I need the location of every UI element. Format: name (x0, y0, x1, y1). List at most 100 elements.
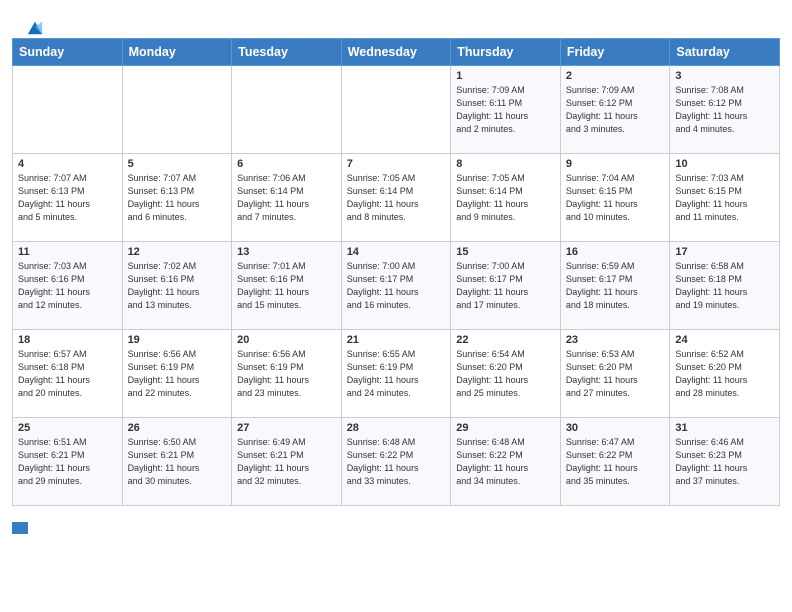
calendar-week-row: 1Sunrise: 7:09 AM Sunset: 6:11 PM Daylig… (13, 66, 780, 154)
day-number: 21 (347, 334, 446, 346)
day-number: 10 (675, 158, 774, 170)
day-info: Sunrise: 6:59 AM Sunset: 6:17 PM Dayligh… (566, 260, 665, 312)
calendar-day-cell (13, 66, 123, 154)
day-info: Sunrise: 7:02 AM Sunset: 6:16 PM Dayligh… (128, 260, 227, 312)
day-info: Sunrise: 6:53 AM Sunset: 6:20 PM Dayligh… (566, 348, 665, 400)
day-info: Sunrise: 6:48 AM Sunset: 6:22 PM Dayligh… (456, 436, 555, 488)
day-number: 26 (128, 422, 227, 434)
calendar-day-cell: 15 Sunrise: 7:00 AM Sunset: 6:17 PM Dayli… (451, 242, 561, 330)
day-info: Sunrise: 7:00 AM Sunset: 6:17 PM Dayligh… (456, 260, 555, 312)
calendar: SundayMondayTuesdayWednesdayThursdayFrid… (0, 38, 792, 518)
calendar-day-cell: 7 Sunrise: 7:05 AM Sunset: 6:14 PM Daylig… (341, 154, 451, 242)
day-info: Sunrise: 6:58 AM Sunset: 6:18 PM Dayligh… (675, 260, 774, 312)
day-number: 27 (237, 422, 336, 434)
calendar-day-cell: 27Sunrise: 6:49 AM Sunset: 6:21 PM Dayli… (232, 418, 342, 506)
day-info: Sunrise: 6:57 AM Sunset: 6:18 PM Dayligh… (18, 348, 117, 400)
day-number: 7 (347, 158, 446, 170)
calendar-body: 1Sunrise: 7:09 AM Sunset: 6:11 PM Daylig… (13, 66, 780, 506)
day-info: Sunrise: 7:03 AM Sunset: 6:15 PM Dayligh… (675, 172, 774, 224)
day-number: 24 (675, 334, 774, 346)
day-info: Sunrise: 6:56 AM Sunset: 6:19 PM Dayligh… (128, 348, 227, 400)
calendar-week-row: 4 Sunrise: 7:07 AM Sunset: 6:13 PM Daylig… (13, 154, 780, 242)
day-number: 13 (237, 246, 336, 258)
calendar-week-row: 25 Sunrise: 6:51 AM Sunset: 6:21 PM Dayli… (13, 418, 780, 506)
calendar-day-cell: 16 Sunrise: 6:59 AM Sunset: 6:17 PM Dayli… (560, 242, 670, 330)
day-info: Sunrise: 7:01 AM Sunset: 6:16 PM Dayligh… (237, 260, 336, 312)
calendar-day-cell: 6 Sunrise: 7:06 AM Sunset: 6:14 PM Daylig… (232, 154, 342, 242)
calendar-week-row: 18 Sunrise: 6:57 AM Sunset: 6:18 PM Dayli… (13, 330, 780, 418)
day-info: Sunrise: 7:04 AM Sunset: 6:15 PM Dayligh… (566, 172, 665, 224)
calendar-day-cell: 17 Sunrise: 6:58 AM Sunset: 6:18 PM Dayli… (670, 242, 780, 330)
day-number: 31 (675, 422, 774, 434)
day-info: Sunrise: 6:46 AM Sunset: 6:23 PM Dayligh… (675, 436, 774, 488)
day-info: Sunrise: 7:06 AM Sunset: 6:14 PM Dayligh… (237, 172, 336, 224)
day-info: Sunrise: 6:48 AM Sunset: 6:22 PM Dayligh… (347, 436, 446, 488)
day-of-week-header: Wednesday (341, 39, 451, 66)
day-number: 11 (18, 246, 117, 258)
day-number: 9 (566, 158, 665, 170)
calendar-week-row: 11Sunrise: 7:03 AM Sunset: 6:16 PM Dayli… (13, 242, 780, 330)
calendar-day-cell: 23Sunrise: 6:53 AM Sunset: 6:20 PM Dayli… (560, 330, 670, 418)
calendar-table: SundayMondayTuesdayWednesdayThursdayFrid… (12, 38, 780, 506)
day-number: 14 (347, 246, 446, 258)
day-info: Sunrise: 6:52 AM Sunset: 6:20 PM Dayligh… (675, 348, 774, 400)
day-number: 28 (347, 422, 446, 434)
day-number: 30 (566, 422, 665, 434)
calendar-day-cell: 9 Sunrise: 7:04 AM Sunset: 6:15 PM Daylig… (560, 154, 670, 242)
calendar-day-cell (341, 66, 451, 154)
day-info: Sunrise: 7:08 AM Sunset: 6:12 PM Dayligh… (675, 84, 774, 136)
day-number: 8 (456, 158, 555, 170)
calendar-day-cell (232, 66, 342, 154)
day-info: Sunrise: 7:09 AM Sunset: 6:12 PM Dayligh… (566, 84, 665, 136)
calendar-day-cell: 26 Sunrise: 6:50 AM Sunset: 6:21 PM Dayli… (122, 418, 232, 506)
day-of-week-header: Sunday (13, 39, 123, 66)
page-header (0, 0, 792, 38)
day-info: Sunrise: 6:51 AM Sunset: 6:21 PM Dayligh… (18, 436, 117, 488)
day-number: 6 (237, 158, 336, 170)
calendar-day-cell: 24 Sunrise: 6:52 AM Sunset: 6:20 PM Dayli… (670, 330, 780, 418)
legend (0, 518, 792, 540)
calendar-day-cell: 31 Sunrise: 6:46 AM Sunset: 6:23 PM Dayli… (670, 418, 780, 506)
calendar-day-cell: 5 Sunrise: 7:07 AM Sunset: 6:13 PM Daylig… (122, 154, 232, 242)
day-info: Sunrise: 7:09 AM Sunset: 6:11 PM Dayligh… (456, 84, 555, 136)
day-number: 18 (18, 334, 117, 346)
calendar-day-cell: 21 Sunrise: 6:55 AM Sunset: 6:19 PM Dayli… (341, 330, 451, 418)
calendar-day-cell: 8 Sunrise: 7:05 AM Sunset: 6:14 PM Daylig… (451, 154, 561, 242)
day-info: Sunrise: 7:07 AM Sunset: 6:13 PM Dayligh… (128, 172, 227, 224)
day-number: 25 (18, 422, 117, 434)
day-number: 5 (128, 158, 227, 170)
day-number: 19 (128, 334, 227, 346)
day-info: Sunrise: 7:05 AM Sunset: 6:14 PM Dayligh… (456, 172, 555, 224)
day-info: Sunrise: 6:50 AM Sunset: 6:21 PM Dayligh… (128, 436, 227, 488)
calendar-day-cell: 1Sunrise: 7:09 AM Sunset: 6:11 PM Daylig… (451, 66, 561, 154)
calendar-day-cell: 14 Sunrise: 7:00 AM Sunset: 6:17 PM Dayli… (341, 242, 451, 330)
day-number: 17 (675, 246, 774, 258)
day-of-week-header: Friday (560, 39, 670, 66)
calendar-day-cell: 2 Sunrise: 7:09 AM Sunset: 6:12 PM Daylig… (560, 66, 670, 154)
calendar-day-cell: 29 Sunrise: 6:48 AM Sunset: 6:22 PM Dayli… (451, 418, 561, 506)
calendar-day-cell: 28 Sunrise: 6:48 AM Sunset: 6:22 PM Dayli… (341, 418, 451, 506)
day-number: 15 (456, 246, 555, 258)
calendar-day-cell: 12Sunrise: 7:02 AM Sunset: 6:16 PM Dayli… (122, 242, 232, 330)
day-of-week-header: Tuesday (232, 39, 342, 66)
calendar-day-cell: 11Sunrise: 7:03 AM Sunset: 6:16 PM Dayli… (13, 242, 123, 330)
calendar-day-cell: 30Sunrise: 6:47 AM Sunset: 6:22 PM Dayli… (560, 418, 670, 506)
day-info: Sunrise: 7:00 AM Sunset: 6:17 PM Dayligh… (347, 260, 446, 312)
day-of-week-header: Saturday (670, 39, 780, 66)
day-number: 4 (18, 158, 117, 170)
calendar-day-cell: 3Sunrise: 7:08 AM Sunset: 6:12 PM Daylig… (670, 66, 780, 154)
day-info: Sunrise: 6:55 AM Sunset: 6:19 PM Dayligh… (347, 348, 446, 400)
day-of-week-header: Monday (122, 39, 232, 66)
logo (24, 18, 44, 30)
calendar-day-cell (122, 66, 232, 154)
day-number: 2 (566, 70, 665, 82)
day-info: Sunrise: 7:05 AM Sunset: 6:14 PM Dayligh… (347, 172, 446, 224)
day-number: 29 (456, 422, 555, 434)
calendar-header: SundayMondayTuesdayWednesdayThursdayFrid… (13, 39, 780, 66)
calendar-day-cell: 25 Sunrise: 6:51 AM Sunset: 6:21 PM Dayli… (13, 418, 123, 506)
day-info: Sunrise: 6:54 AM Sunset: 6:20 PM Dayligh… (456, 348, 555, 400)
calendar-day-cell: 18 Sunrise: 6:57 AM Sunset: 6:18 PM Dayli… (13, 330, 123, 418)
day-number: 20 (237, 334, 336, 346)
day-number: 16 (566, 246, 665, 258)
calendar-day-cell: 20Sunrise: 6:56 AM Sunset: 6:19 PM Dayli… (232, 330, 342, 418)
